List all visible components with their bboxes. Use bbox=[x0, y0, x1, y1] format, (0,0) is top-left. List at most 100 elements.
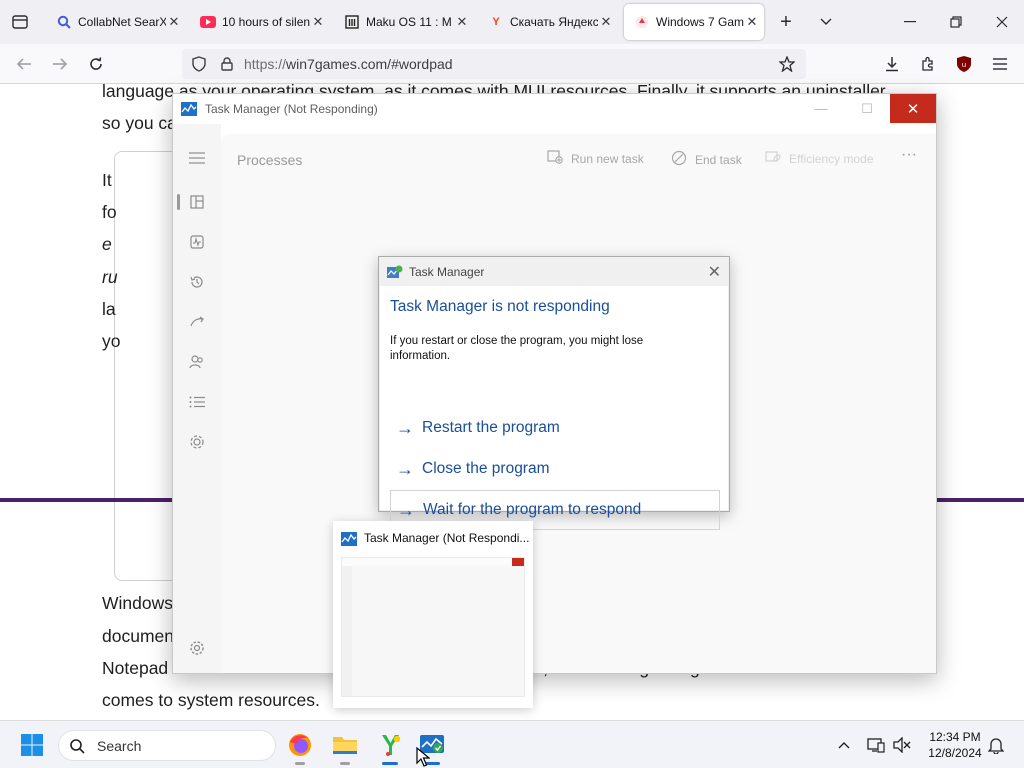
taskbar-search[interactable]: Search bbox=[58, 730, 276, 761]
paragraph-line: ru bbox=[102, 267, 118, 287]
tab-close-icon[interactable]: ✕ bbox=[744, 14, 760, 30]
users-icon[interactable] bbox=[187, 352, 207, 372]
tab-close-icon[interactable]: ✕ bbox=[166, 14, 182, 30]
dialog-message: If you restart or close the program, you… bbox=[390, 335, 644, 362]
windows-taskbar: Search 12:34 PM 12/8/2024 bbox=[0, 720, 1024, 768]
performance-icon[interactable] bbox=[187, 232, 207, 252]
bookmark-star-icon[interactable] bbox=[778, 55, 796, 73]
search-icon bbox=[69, 738, 85, 754]
not-responding-dialog: Task Manager ✕ Task Manager is not respo… bbox=[378, 256, 730, 530]
svg-text:u: u bbox=[962, 61, 966, 69]
mouse-cursor-icon bbox=[416, 746, 431, 768]
firefox-view-icon[interactable] bbox=[8, 12, 32, 32]
thumbnail-close-button bbox=[512, 558, 524, 566]
firefox-icon[interactable] bbox=[284, 729, 316, 765]
tab-title: Скачать Яндекс bbox=[510, 15, 598, 29]
efficiency-mode-button[interactable]: Efficiency mode bbox=[765, 150, 874, 167]
tab-yandex[interactable]: Y Скачать Яндекс ✕ bbox=[478, 4, 618, 40]
paragraph-line: documen bbox=[102, 626, 174, 646]
paragraph-line: comes to system resources. bbox=[102, 690, 320, 710]
option-label: Close the program bbox=[422, 460, 550, 477]
tab-maku-os[interactable]: Maku OS 11 : M ✕ bbox=[334, 4, 474, 40]
restore-icon[interactable] bbox=[944, 12, 968, 32]
volume-muted-icon[interactable] bbox=[888, 729, 916, 761]
reload-icon[interactable] bbox=[84, 54, 108, 74]
dialog-title: Task Manager bbox=[409, 264, 485, 279]
minimize-icon[interactable] bbox=[898, 12, 922, 32]
browser-tab-bar: CollabNet SearX ✕ 10 hours of silen ✕ Ma… bbox=[0, 0, 1024, 44]
yandex-browser-icon[interactable] bbox=[374, 729, 406, 765]
running-indicator bbox=[340, 762, 350, 765]
arrow-right-icon: → bbox=[396, 458, 414, 479]
new-tab-icon[interactable]: + bbox=[774, 11, 798, 33]
close-icon[interactable]: ✕ bbox=[708, 262, 721, 282]
arrow-right-icon: → bbox=[397, 499, 415, 520]
notification-bell-icon[interactable] bbox=[982, 729, 1010, 761]
tab-close-icon[interactable]: ✕ bbox=[310, 14, 326, 30]
menu-hamburger-icon[interactable] bbox=[988, 54, 1012, 74]
paragraph-line: e bbox=[102, 234, 112, 254]
url-bar[interactable]: https://win7games.com/#wordpad bbox=[182, 49, 806, 79]
file-explorer-icon[interactable] bbox=[329, 729, 361, 765]
tab-close-icon[interactable]: ✕ bbox=[454, 14, 470, 30]
option-label: Restart the program bbox=[422, 419, 560, 436]
thumbnail-title-bar bbox=[342, 558, 524, 566]
leaf-icon bbox=[765, 150, 781, 167]
tab-title: 10 hours of silen bbox=[222, 15, 310, 29]
tab-collabnet-searx[interactable]: CollabNet SearX ✕ bbox=[46, 4, 186, 40]
extensions-icon[interactable] bbox=[916, 54, 940, 74]
selected-indicator bbox=[177, 194, 180, 210]
run-new-task-button[interactable]: Run new task bbox=[547, 150, 644, 167]
hamburger-menu-icon[interactable] bbox=[187, 148, 207, 168]
more-options-icon[interactable]: ··· bbox=[901, 146, 917, 164]
tab-10-hours-of-silence[interactable]: 10 hours of silen ✕ bbox=[190, 4, 330, 40]
taskbar-window-preview[interactable]: Task Manager (Not Respondi... bbox=[333, 521, 533, 708]
processes-icon[interactable] bbox=[187, 192, 207, 212]
browser-nav-bar: https://win7games.com/#wordpad u bbox=[0, 44, 1024, 84]
task-manager-icon bbox=[387, 265, 403, 279]
downloads-icon[interactable] bbox=[880, 54, 904, 74]
chevron-up-icon[interactable] bbox=[830, 729, 858, 761]
details-list-icon[interactable] bbox=[187, 392, 207, 412]
option-label: Wait for the program to respond bbox=[423, 501, 642, 518]
maximize-icon[interactable]: ☐ bbox=[844, 94, 890, 123]
start-windows-icon[interactable] bbox=[16, 729, 48, 761]
preview-thumbnail bbox=[341, 557, 525, 697]
yandex-favicon-icon: Y bbox=[492, 16, 500, 28]
tab-windows-7-games[interactable]: Windows 7 Gam ✕ bbox=[624, 4, 764, 40]
end-task-button[interactable]: End task bbox=[671, 150, 742, 169]
site-favicon-icon bbox=[634, 14, 650, 30]
forward-icon[interactable] bbox=[48, 54, 72, 74]
task-manager-title-bar[interactable]: Task Manager (Not Responding) — ☐ ✕ bbox=[173, 94, 936, 124]
tab-close-icon[interactable]: ✕ bbox=[598, 14, 614, 30]
startup-apps-icon[interactable] bbox=[187, 312, 207, 332]
app-history-icon[interactable] bbox=[187, 272, 207, 292]
settings-gear-icon[interactable] bbox=[187, 638, 207, 658]
close-program-option[interactable]: → Close the program bbox=[390, 449, 720, 489]
close-window-icon[interactable] bbox=[990, 12, 1014, 32]
services-icon[interactable] bbox=[187, 432, 207, 452]
shield-icon[interactable] bbox=[190, 55, 208, 73]
minimize-icon[interactable]: — bbox=[798, 94, 844, 123]
processes-header: Processes Run new task End task Efficien… bbox=[221, 134, 936, 186]
list-tabs-icon[interactable] bbox=[814, 12, 838, 32]
tab-title: Maku OS 11 : M bbox=[366, 15, 452, 29]
preview-title: Task Manager (Not Respondi... bbox=[364, 531, 530, 545]
lock-icon[interactable] bbox=[218, 55, 236, 73]
ublock-origin-icon[interactable]: u bbox=[952, 54, 976, 74]
dialog-title-bar[interactable]: Task Manager ✕ bbox=[379, 257, 729, 286]
end-task-icon bbox=[671, 150, 687, 169]
paragraph-line: It bbox=[102, 170, 112, 190]
close-icon[interactable]: ✕ bbox=[890, 94, 936, 123]
network-icon[interactable] bbox=[862, 729, 890, 761]
dialog-body: Task Manager is not responding If you re… bbox=[380, 286, 728, 530]
end-task-label: End task bbox=[695, 152, 742, 167]
restart-program-option[interactable]: → Restart the program bbox=[390, 408, 720, 448]
search-favicon-icon bbox=[56, 14, 72, 30]
window-title: Task Manager (Not Responding) bbox=[205, 102, 378, 116]
paragraph-line: so you ca bbox=[102, 113, 177, 133]
dialog-heading: Task Manager is not responding bbox=[390, 298, 610, 315]
run-new-task-label: Run new task bbox=[571, 151, 644, 166]
task-manager-icon bbox=[181, 102, 197, 116]
back-icon[interactable] bbox=[12, 54, 36, 74]
